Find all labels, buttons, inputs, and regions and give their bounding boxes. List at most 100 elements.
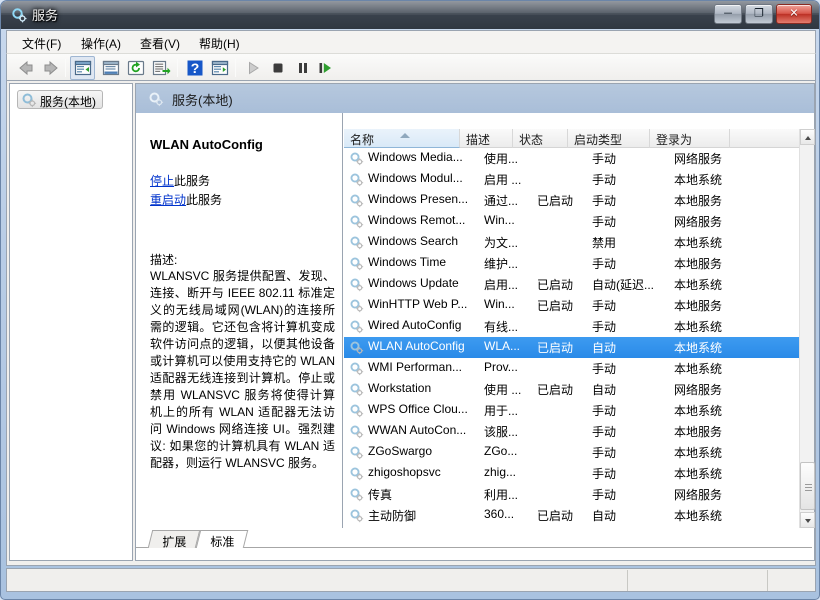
services-gear-icon <box>12 8 27 23</box>
column-filler <box>730 129 799 148</box>
tab-extended[interactable]: 扩展 <box>147 530 201 549</box>
title-bar: 服务 ─ ❐ ✕ <box>1 1 819 29</box>
maximize-icon: ❐ <box>754 7 764 20</box>
list-vertical-scrollbar[interactable] <box>799 129 815 528</box>
table-row[interactable]: WMI Performan... Prov... 手动 本地系统 <box>344 358 799 379</box>
stop-service-icon[interactable] <box>267 57 289 79</box>
export-list-icon[interactable] <box>150 57 172 79</box>
column-description[interactable]: 描述 <box>460 129 513 148</box>
cell-startup: 自动 <box>592 509 617 523</box>
table-row[interactable]: Windows Presen... 通过... 已启动 手动 本地服务 <box>344 190 799 211</box>
minimize-button[interactable]: ─ <box>714 4 742 24</box>
table-row[interactable]: WinHTTP Web P... Win... 已启动 手动 本地服务 <box>344 295 799 316</box>
cell-description: 使用 ... <box>484 383 522 397</box>
column-startup-type[interactable]: 启动类型 <box>568 129 650 148</box>
tab-standard[interactable]: 标准 <box>195 530 249 549</box>
table-row[interactable]: WWAN AutoCon... 该服... 手动 本地服务 <box>344 421 799 442</box>
table-row[interactable]: Windows Update 启用... 已启动 自动(延迟... 本地系统 <box>344 274 799 295</box>
refresh-icon[interactable] <box>125 57 147 79</box>
help-icon[interactable]: ? <box>184 57 206 79</box>
table-row[interactable]: Windows Media... 使用... 手动 网络服务 <box>344 148 799 169</box>
service-gear-icon <box>350 152 364 166</box>
cell-description: WLA... <box>484 339 521 353</box>
table-row[interactable]: ZGoSwargo ZGo... 手动 本地系统 <box>344 442 799 463</box>
start-service-icon[interactable] <box>242 57 264 79</box>
close-button[interactable]: ✕ <box>776 4 812 24</box>
table-row[interactable]: Windows Time 维护... 手动 本地服务 <box>344 253 799 274</box>
cell-startup: 手动 <box>592 425 617 439</box>
cell-description: 启用... <box>484 278 519 292</box>
table-row[interactable]: 传真 利用... 手动 网络服务 <box>344 484 799 505</box>
service-gear-icon <box>350 341 364 355</box>
cell-name: Windows Modul... <box>368 171 463 185</box>
service-gear-icon <box>350 488 364 502</box>
cell-startup: 手动 <box>592 362 617 376</box>
cell-status <box>537 318 587 335</box>
table-row[interactable]: 主动防御 360... 已启动 自动 本地系统 <box>344 505 799 526</box>
list-header-row: 名称 描述 状态 启动类型 登录为 <box>344 129 814 148</box>
table-row[interactable]: Workstation 使用 ... 已启动 自动 网络服务 <box>344 379 799 400</box>
cell-startup: 自动 <box>592 341 617 355</box>
service-gear-icon <box>350 194 364 208</box>
restart-service-link[interactable]: 重启动 <box>150 193 186 207</box>
table-row[interactable]: WPS Office Clou... 用于... 手动 本地系统 <box>344 400 799 421</box>
cell-description: 通过... <box>484 194 519 208</box>
table-row[interactable]: WLAN AutoConfig WLA... 已启动 自动 本地系统 <box>344 337 799 358</box>
stop-service-link[interactable]: 停止 <box>150 174 174 188</box>
cell-status <box>537 360 587 377</box>
show-tree-icon[interactable] <box>72 57 94 79</box>
cell-description: 使用... <box>484 152 519 166</box>
column-log-on-as[interactable]: 登录为 <box>650 129 730 148</box>
table-row[interactable]: zhigoshopsvc zhig... 手动 本地系统 <box>344 463 799 484</box>
cell-status: 已启动 <box>537 299 574 313</box>
cell-status <box>537 444 587 461</box>
maximize-button[interactable]: ❐ <box>745 4 773 24</box>
column-name[interactable]: 名称 <box>344 129 460 148</box>
pause-service-icon[interactable] <box>292 57 314 79</box>
table-row[interactable]: Windows Remot... Win... 手动 网络服务 <box>344 211 799 232</box>
cell-description: Win... <box>484 213 515 227</box>
sidebar-item-services-local[interactable]: 服务(本地) <box>17 90 103 109</box>
services-rows: Windows Media... 使用... 手动 网络服务 Windows Modul… <box>344 148 799 528</box>
restart-service-link-row: 重启动此服务 <box>150 191 340 208</box>
services-list-pane: 名称 描述 状态 启动类型 登录为 Windows Media... 使用...… <box>344 113 815 528</box>
cell-status: 已启动 <box>537 194 574 208</box>
cell-logon: 网络服务 <box>674 152 723 166</box>
cell-description: 维护... <box>484 257 519 271</box>
restart-service-icon[interactable] <box>314 57 336 79</box>
window-title: 服务 <box>32 8 59 23</box>
show-action-pane-icon[interactable] <box>209 57 231 79</box>
menu-view[interactable]: 查看(V) <box>133 34 187 51</box>
cell-logon: 本地系统 <box>674 404 723 418</box>
scroll-down-button[interactable] <box>800 512 815 528</box>
service-gear-icon <box>350 257 364 271</box>
view-tabs: 扩展 标准 <box>138 528 814 549</box>
results-pane-header: 服务(本地) <box>136 84 814 113</box>
menu-action[interactable]: 操作(A) <box>74 34 128 51</box>
cell-name: Windows Media... <box>368 150 463 164</box>
description-text: WLANSVC 服务提供配置、发现、连接、断开与 IEEE 802.11 标准定… <box>150 269 335 470</box>
results-pane-title: 服务(本地) <box>172 93 233 108</box>
properties-icon[interactable] <box>100 57 122 79</box>
cell-startup: 手动 <box>592 488 617 502</box>
table-row[interactable]: Wired AutoConfig 有线... 手动 本地系统 <box>344 316 799 337</box>
status-divider-2 <box>767 570 768 591</box>
cell-status: 已启动 <box>537 383 574 397</box>
table-row[interactable]: Windows Modul... 启用 ... 手动 本地系统 <box>344 169 799 190</box>
cell-logon: 本地系统 <box>674 236 723 250</box>
tab-extended-label: 扩展 <box>162 535 187 549</box>
cell-name: WPS Office Clou... <box>368 402 468 416</box>
table-row[interactable]: Windows Search 为文... 禁用 本地系统 <box>344 232 799 253</box>
column-status[interactable]: 状态 <box>513 129 568 148</box>
menu-help[interactable]: 帮助(H) <box>192 34 247 51</box>
back-arrow-icon[interactable] <box>15 57 37 79</box>
stop-service-suffix: 此服务 <box>174 174 211 188</box>
menu-file[interactable]: 文件(F) <box>15 34 68 51</box>
scroll-up-button[interactable] <box>800 129 815 145</box>
cell-description: 启用 ... <box>484 173 522 187</box>
scrollbar-thumb[interactable] <box>800 462 815 510</box>
cell-logon: 本地服务 <box>674 299 723 313</box>
forward-arrow-icon[interactable] <box>40 57 62 79</box>
service-detail-pane: WLAN AutoConfig 停止此服务 重启动此服务 描述: WLANSVC… <box>138 113 343 528</box>
column-description-label: 描述 <box>466 133 491 147</box>
